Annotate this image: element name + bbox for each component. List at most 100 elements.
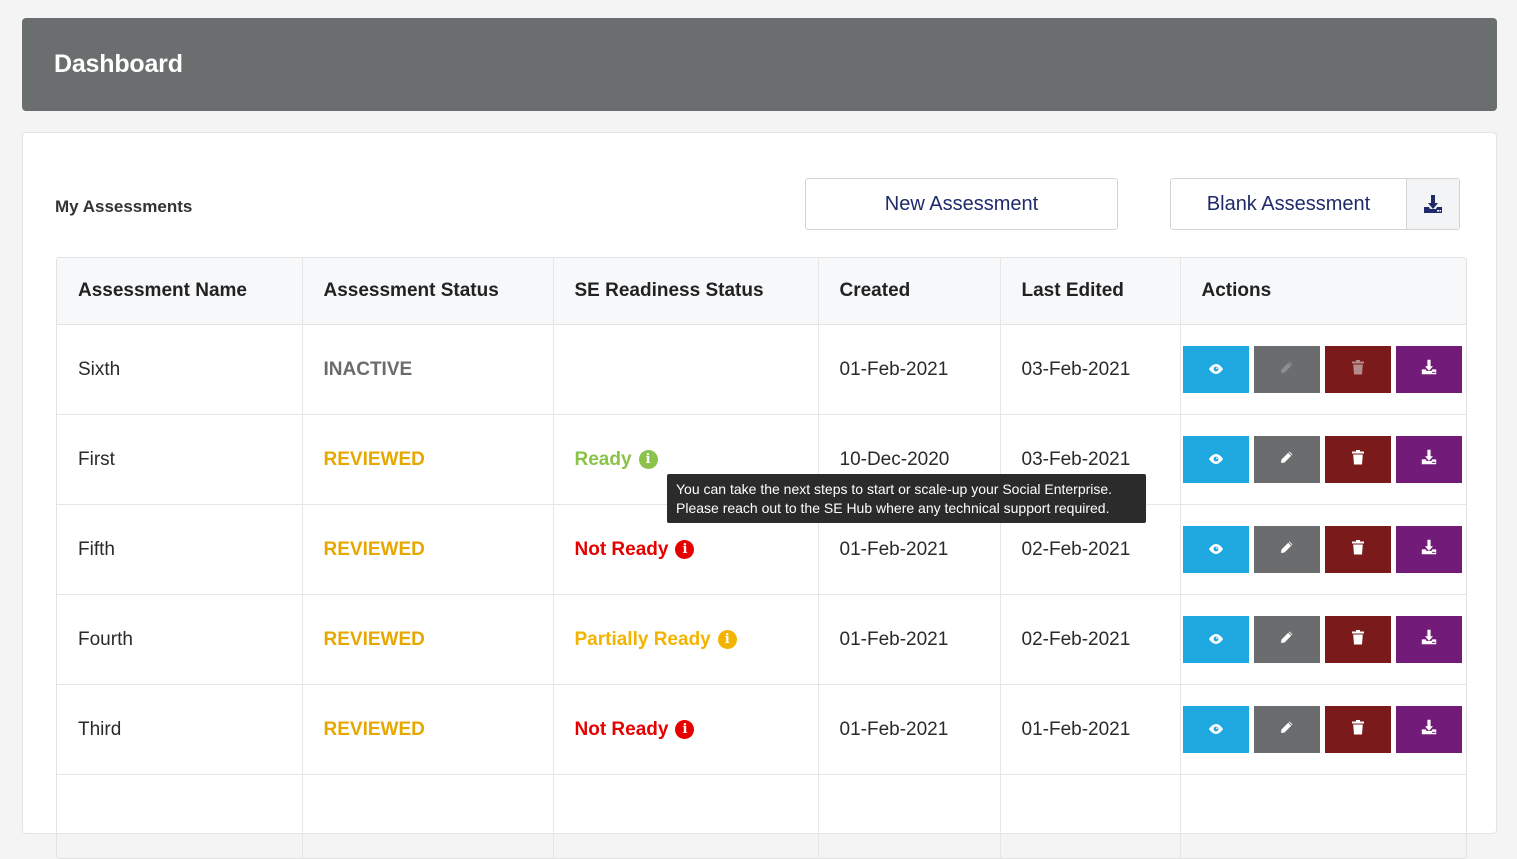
cell-last-edited: 01-Feb-2021 — [1000, 685, 1180, 775]
readiness-label: Ready — [575, 449, 632, 471]
status-badge: REVIEWED — [324, 629, 425, 650]
pencil-icon — [1279, 719, 1294, 741]
section-title: My Assessments — [55, 197, 192, 217]
status-badge: REVIEWED — [324, 449, 425, 470]
status-badge: REVIEWED — [324, 719, 425, 740]
cell-assessment-name: Fourth — [57, 595, 302, 685]
view-button[interactable] — [1183, 616, 1249, 663]
readiness-label: Not Ready — [575, 719, 669, 741]
pencil-icon — [1279, 359, 1294, 381]
download-button[interactable] — [1396, 526, 1462, 573]
edit-button — [1254, 346, 1320, 393]
cell-created: 01-Feb-2021 — [818, 325, 1000, 415]
readiness-status: Not Ready i — [575, 719, 695, 741]
cell-actions — [1180, 505, 1466, 595]
col-last-edited[interactable]: Last Edited — [1000, 258, 1180, 325]
status-badge: REVIEWED — [324, 539, 425, 560]
table-row — [57, 775, 1466, 859]
col-assessment-status[interactable]: Assessment Status — [302, 258, 553, 325]
cell-actions — [1180, 595, 1466, 685]
delete-button[interactable] — [1325, 706, 1391, 753]
table-header-row: Assessment Name Assessment Status SE Rea… — [57, 258, 1466, 325]
tooltip-line-2: Please reach out to the SE Hub where any… — [676, 499, 1137, 518]
cell-se-readiness — [553, 325, 818, 415]
view-button[interactable] — [1183, 706, 1249, 753]
download-button[interactable] — [1396, 346, 1462, 393]
readiness-label: Partially Ready — [575, 629, 711, 651]
cell-assessment-name: Fifth — [57, 505, 302, 595]
download-button[interactable] — [1396, 706, 1462, 753]
readiness-label: Not Ready — [575, 539, 669, 561]
download-icon — [1421, 449, 1437, 471]
readiness-status: Not Ready i — [575, 539, 695, 561]
cell-se-readiness: Not Ready i — [553, 685, 818, 775]
info-icon[interactable]: i — [718, 630, 737, 649]
blank-assessment-download[interactable] — [1406, 179, 1459, 229]
delete-button[interactable] — [1325, 346, 1391, 393]
new-assessment-button[interactable]: New Assessment — [805, 178, 1118, 230]
col-actions: Actions — [1180, 258, 1466, 325]
download-icon — [1421, 629, 1437, 651]
cell-assessment-name: Sixth — [57, 325, 302, 415]
download-icon — [1421, 539, 1437, 561]
trash-icon — [1352, 719, 1364, 741]
cell-assessment-name: First — [57, 415, 302, 505]
cell-created: 01-Feb-2021 — [818, 595, 1000, 685]
eye-icon — [1208, 629, 1224, 651]
pencil-icon — [1279, 629, 1294, 651]
table-row: Third REVIEWED Not Ready i 01-Feb-202101-Feb… — [57, 685, 1466, 775]
trash-icon — [1352, 629, 1364, 651]
view-button[interactable] — [1183, 436, 1249, 483]
col-se-readiness-status[interactable]: SE Readiness Status — [553, 258, 818, 325]
download-button[interactable] — [1396, 436, 1462, 483]
download-icon — [1421, 359, 1437, 381]
readiness-tooltip: You can take the next steps to start or … — [667, 474, 1146, 523]
cell-assessment-status: INACTIVE — [302, 325, 553, 415]
pencil-icon — [1279, 449, 1294, 471]
view-button[interactable] — [1183, 346, 1249, 393]
cell-actions — [1180, 415, 1466, 505]
cell-assessment-status: REVIEWED — [302, 685, 553, 775]
edit-button[interactable] — [1254, 616, 1320, 663]
table-row: Sixth INACTIVE 01-Feb-202103-Feb-2021 — [57, 325, 1466, 415]
delete-button[interactable] — [1325, 436, 1391, 483]
eye-icon — [1208, 449, 1224, 471]
cell-assessment-status: REVIEWED — [302, 505, 553, 595]
delete-button[interactable] — [1325, 616, 1391, 663]
cell-actions — [1180, 325, 1466, 415]
page-header: Dashboard — [22, 18, 1497, 111]
trash-icon — [1352, 539, 1364, 561]
info-icon[interactable]: i — [675, 540, 694, 559]
edit-button[interactable] — [1254, 436, 1320, 483]
blank-assessment-label: Blank Assessment — [1171, 179, 1406, 229]
assessments-table: Assessment Name Assessment Status SE Rea… — [56, 257, 1467, 859]
trash-icon — [1352, 449, 1364, 471]
col-assessment-name[interactable]: Assessment Name — [57, 258, 302, 325]
readiness-status: Readyi — [575, 449, 658, 471]
eye-icon — [1208, 539, 1224, 561]
cell-last-edited: 03-Feb-2021 — [1000, 325, 1180, 415]
eye-icon — [1208, 719, 1224, 741]
cell-assessment-status: REVIEWED — [302, 415, 553, 505]
page-title: Dashboard — [54, 50, 183, 79]
tooltip-line-1: You can take the next steps to start or … — [676, 480, 1137, 499]
edit-button[interactable] — [1254, 706, 1320, 753]
info-icon[interactable]: i — [675, 720, 694, 739]
download-icon — [1421, 719, 1437, 741]
trash-icon — [1352, 359, 1364, 381]
view-button[interactable] — [1183, 526, 1249, 573]
table-row: Fourth REVIEWED Partially Ready i 01-Feb-202… — [57, 595, 1466, 685]
eye-icon — [1208, 359, 1224, 381]
cell-last-edited: 02-Feb-2021 — [1000, 595, 1180, 685]
readiness-status: Partially Ready i — [575, 629, 737, 651]
download-button[interactable] — [1396, 616, 1462, 663]
blank-assessment-button[interactable]: Blank Assessment — [1170, 178, 1460, 230]
status-badge: INACTIVE — [324, 359, 413, 380]
download-icon — [1423, 194, 1443, 214]
edit-button[interactable] — [1254, 526, 1320, 573]
cell-assessment-name: Third — [57, 685, 302, 775]
col-created[interactable]: Created — [818, 258, 1000, 325]
info-icon[interactable]: i — [639, 450, 658, 469]
delete-button[interactable] — [1325, 526, 1391, 573]
cell-created: 01-Feb-2021 — [818, 685, 1000, 775]
